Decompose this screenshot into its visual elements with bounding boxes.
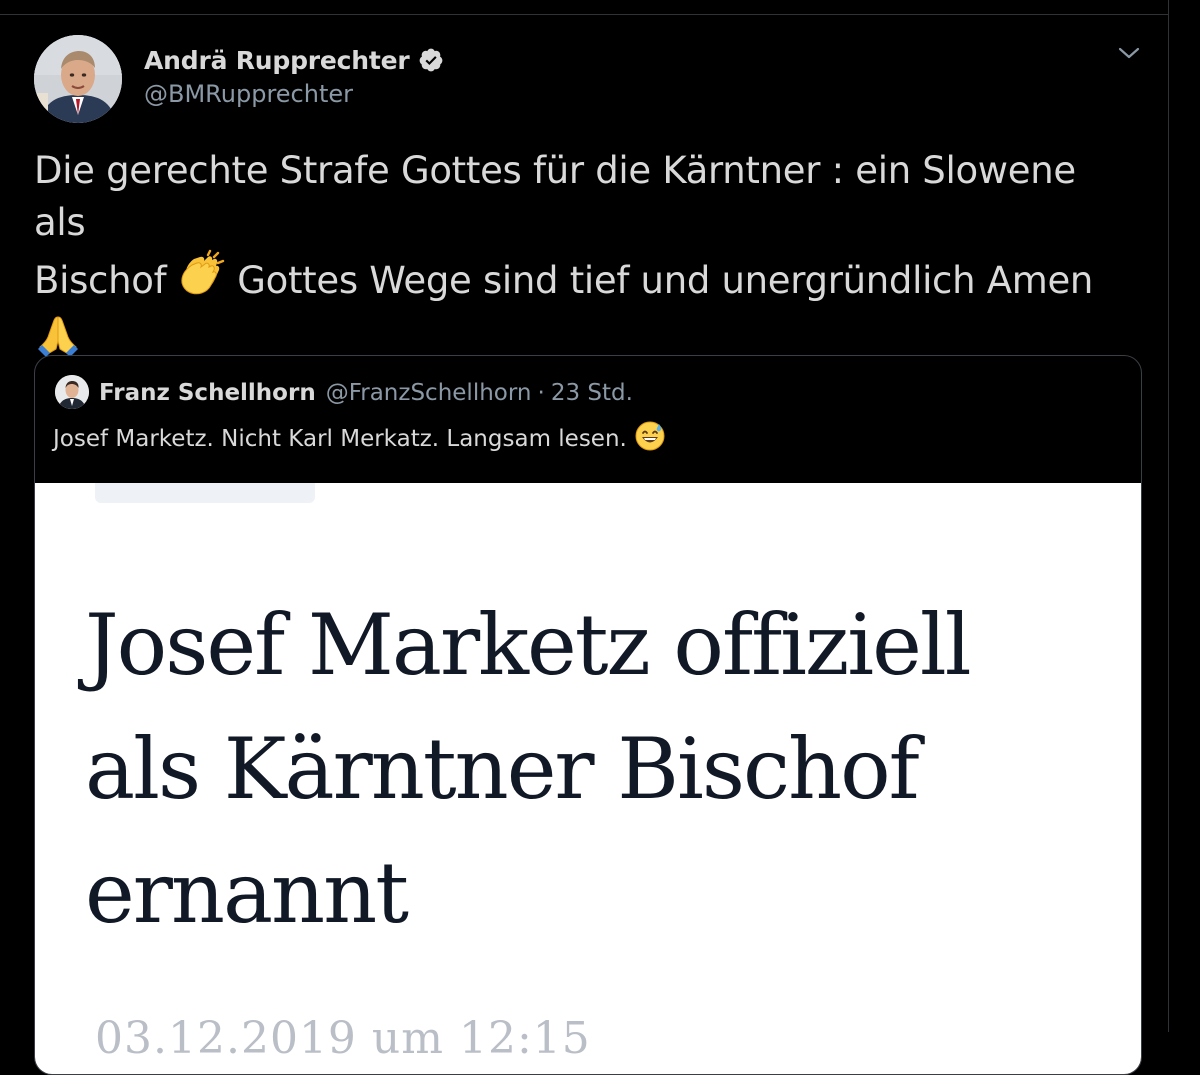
quote-text-body: Josef Marketz. Nicht Karl Merkatz. Langs… xyxy=(53,426,627,452)
author-handle[interactable]: @BMRupprechter xyxy=(144,80,353,108)
quote-timestamp[interactable]: 23 Std. xyxy=(551,380,633,406)
tweet-panel: Andrä Rupprechter @BMRupprechter Die ger… xyxy=(0,0,1169,1075)
news-headline-line1: Josef Marketz offiziell xyxy=(85,596,972,694)
news-headline-line2: als Kärntner Bischof xyxy=(85,720,920,818)
grinning-sweat-emoji-icon xyxy=(634,420,666,462)
tweet-text-line2-start: Bischof xyxy=(34,259,167,302)
clapping-hands-emoji-icon xyxy=(178,249,226,311)
author-avatar-photo xyxy=(34,35,122,123)
news-headline-line3: ernannt xyxy=(85,844,409,942)
scrollbar-track[interactable] xyxy=(1169,0,1200,1032)
tweet-text-line1: Die gerechte Strafe Gottes für die Kärnt… xyxy=(34,149,1076,244)
quote-author-handle[interactable]: @FranzSchellhorn xyxy=(326,380,532,406)
top-divider xyxy=(0,14,1169,15)
news-screenshot-image[interactable]: Josef Marketz offiziell als Kärntner Bis… xyxy=(35,483,1141,1074)
author-avatar[interactable] xyxy=(34,35,122,123)
quote-header: Franz Schellhorn @FranzSchellhorn · 23 S… xyxy=(99,376,633,410)
tweet-text-line2-end: Gottes Wege sind tief und unergründlich … xyxy=(237,259,1094,302)
quote-author-name[interactable]: Franz Schellhorn xyxy=(99,380,316,406)
quote-text: Josef Marketz. Nicht Karl Merkatz. Langs… xyxy=(53,420,666,462)
quote-author-avatar[interactable] xyxy=(55,375,89,409)
chevron-down-icon[interactable] xyxy=(1116,40,1142,66)
news-category-tag xyxy=(95,483,315,503)
news-date: 03.12.2019 um 12:15 xyxy=(95,1013,591,1064)
author-name-row[interactable]: Andrä Rupprechter xyxy=(144,42,444,78)
tweet-text: Die gerechte Strafe Gottes für die Kärnt… xyxy=(34,145,1134,373)
verified-badge-icon xyxy=(418,47,444,73)
quote-author-avatar-photo xyxy=(55,375,89,409)
news-headline: Josef Marketz offiziell als Kärntner Bis… xyxy=(85,583,1105,955)
quote-separator: · xyxy=(537,380,545,406)
quote-tweet-card[interactable]: Franz Schellhorn @FranzSchellhorn · 23 S… xyxy=(34,355,1142,1075)
author-name[interactable]: Andrä Rupprechter xyxy=(144,46,410,75)
